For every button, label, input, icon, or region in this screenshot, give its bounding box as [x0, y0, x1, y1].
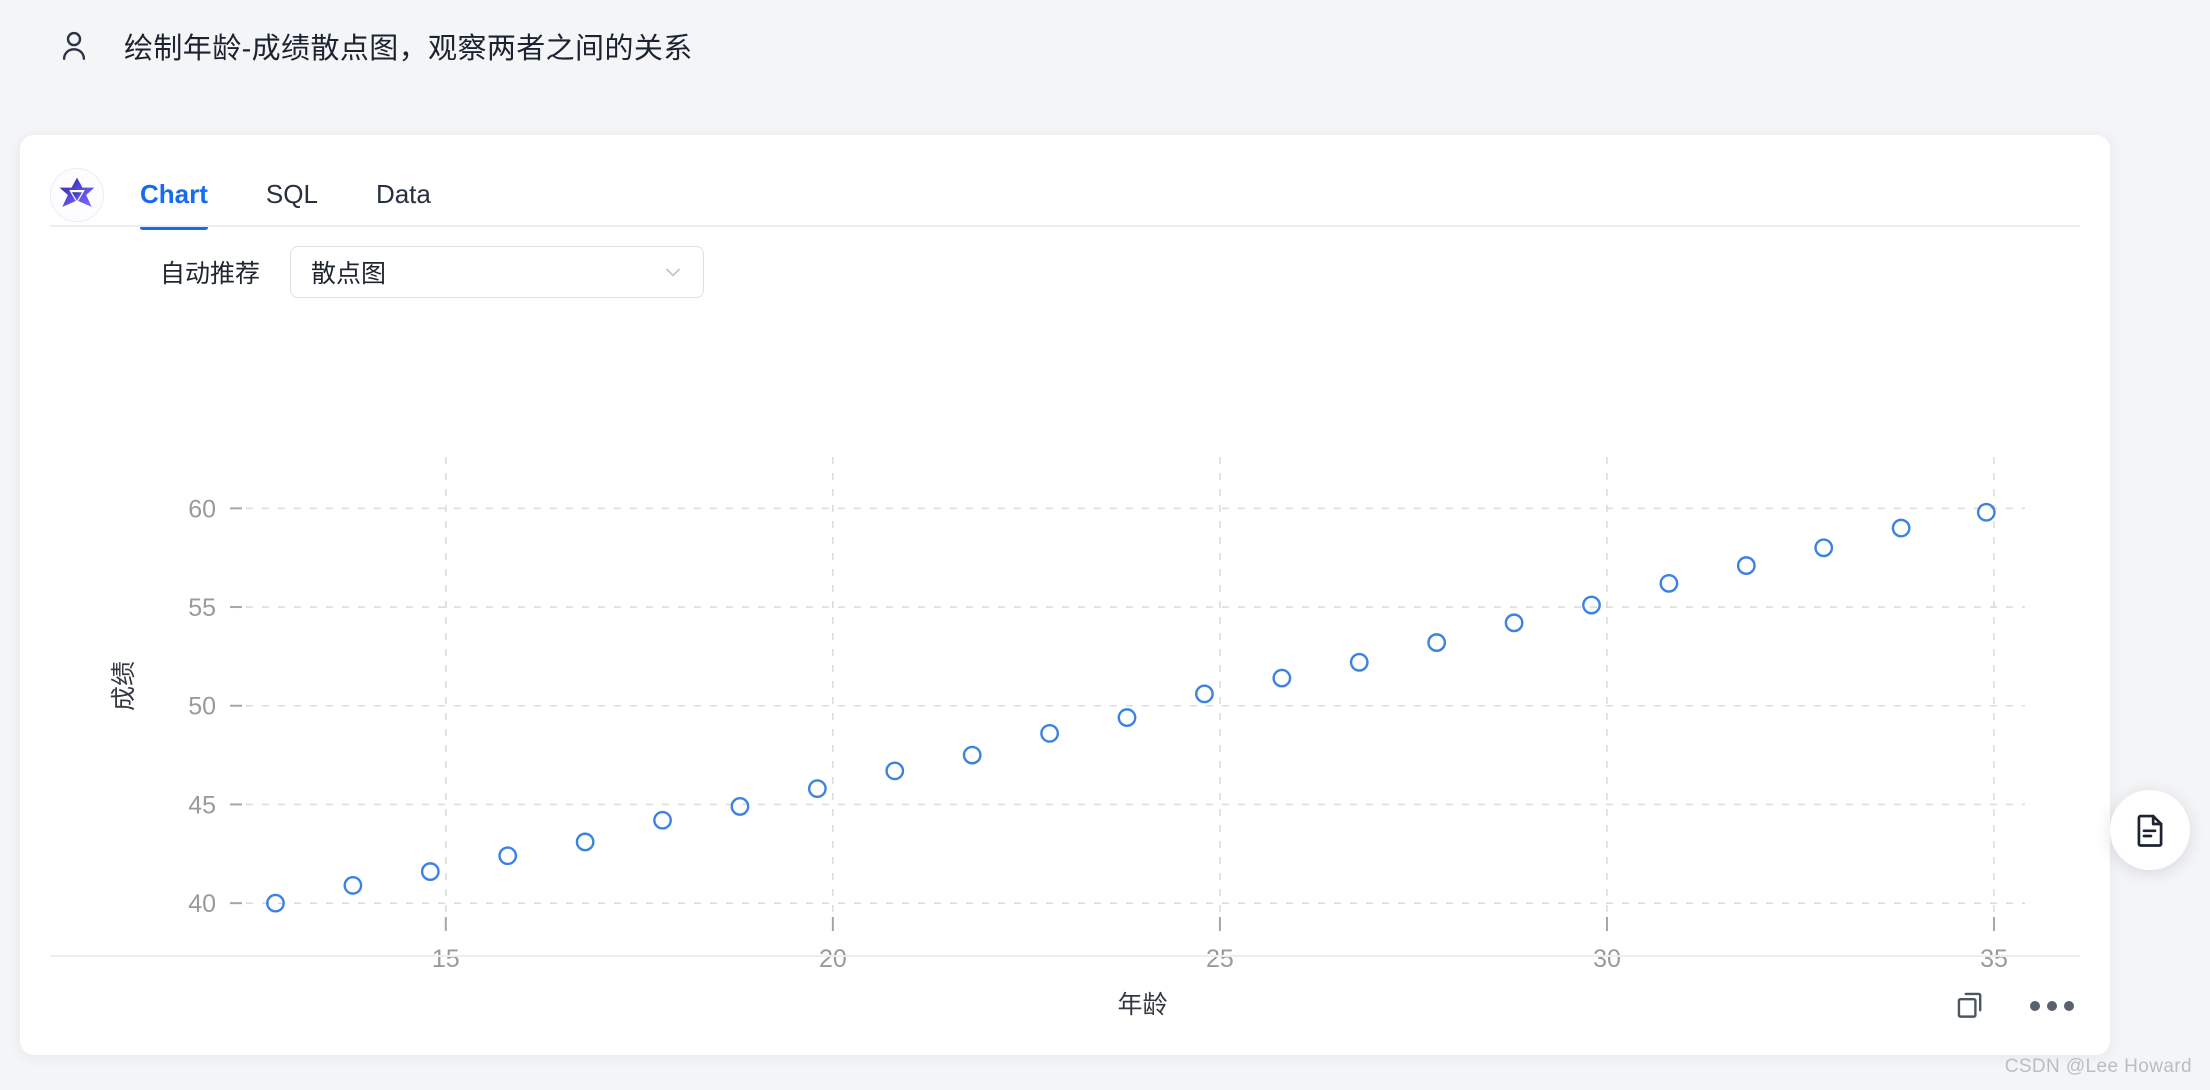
scatter-point: [422, 863, 438, 879]
document-panel-button[interactable]: [2110, 790, 2190, 870]
prompt-text: 绘制年龄-成绩散点图，观察两者之间的关系: [124, 25, 693, 67]
card-footer: [50, 955, 2080, 1055]
tab-bar: Chart SQL Data: [20, 135, 2110, 227]
chart-type-control: 自动推荐 散点图: [20, 227, 2110, 283]
scatter-point: [345, 877, 361, 893]
result-card: Chart SQL Data 自动推荐 散点图 4045505560152025…: [20, 135, 2110, 1055]
scatter-point: [1041, 725, 1057, 741]
scatter-point: [964, 747, 980, 763]
scatter-point: [732, 798, 748, 814]
scatter-point: [1893, 520, 1909, 536]
scatter-point: [1738, 557, 1754, 573]
y-axis-title: 成绩: [110, 661, 138, 711]
watermark: CSDN @Lee Howard: [2005, 1056, 2192, 1078]
scatter-point: [1428, 634, 1444, 650]
scatter-point: [1119, 709, 1135, 725]
y-tick-label: 40: [188, 890, 216, 918]
tab-chart[interactable]: Chart: [140, 181, 208, 221]
chart-type-label: 自动推荐: [160, 254, 260, 290]
y-tick-label: 45: [188, 791, 216, 819]
scatter-point: [500, 848, 516, 864]
user-icon: [52, 24, 96, 68]
app-logo-icon: [50, 168, 104, 222]
scatter-point: [1196, 686, 1212, 702]
scatter-point: [887, 763, 903, 779]
scatter-point: [654, 812, 670, 828]
tab-list: Chart SQL Data: [140, 169, 489, 221]
y-tick-label: 50: [188, 693, 216, 721]
scatter-point: [1661, 575, 1677, 591]
scatter-point: [577, 834, 593, 850]
tab-divider: [50, 225, 2080, 227]
scatter-point: [1506, 615, 1522, 631]
y-tick-label: 60: [188, 495, 216, 523]
scatter-point: [1816, 540, 1832, 556]
scatter-point: [1351, 654, 1367, 670]
scatter-chart: 40455055601520253035年龄成绩: [50, 435, 2080, 1035]
chart-type-value: 散点图: [311, 254, 386, 290]
scatter-point: [809, 780, 825, 796]
more-horizontal-icon[interactable]: [2024, 978, 2080, 1034]
chevron-down-icon: [661, 260, 685, 284]
tab-data[interactable]: Data: [376, 181, 431, 221]
y-tick-label: 55: [188, 594, 216, 622]
scatter-point: [1274, 670, 1290, 686]
prompt-header: 绘制年龄-成绩散点图，观察两者之间的关系: [0, 0, 2210, 64]
tab-sql[interactable]: SQL: [266, 181, 318, 221]
copy-icon[interactable]: [1942, 978, 1998, 1034]
scatter-point: [1978, 504, 1994, 520]
chart-type-select[interactable]: 散点图: [290, 246, 704, 298]
chart-canvas: 40455055601520253035年龄成绩: [50, 435, 2080, 1035]
scatter-point: [1583, 597, 1599, 613]
